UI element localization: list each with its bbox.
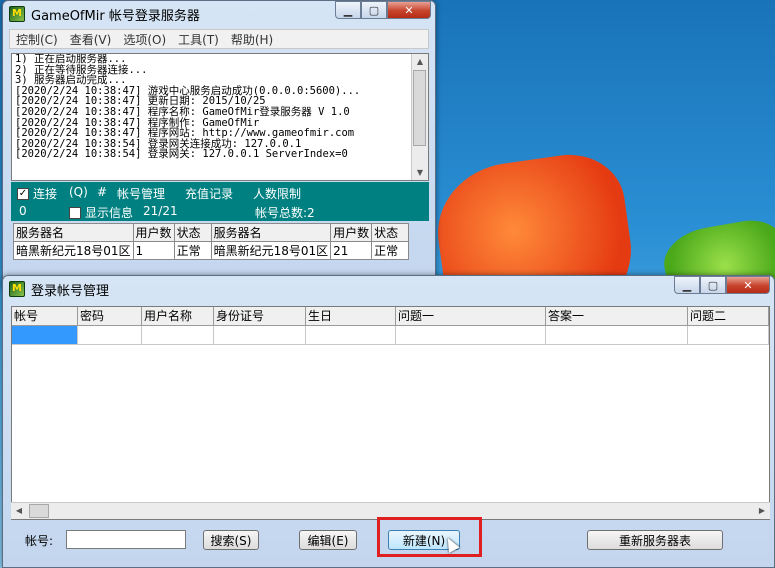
show-info-label: 显示信息 (85, 206, 134, 220)
table-cell[interactable] (78, 326, 142, 344)
table-cell: 暗黑新纪元18号01区 (210, 241, 332, 260)
q-label: (Q) (69, 185, 88, 199)
column-header[interactable]: 用户数 (330, 223, 373, 242)
refresh-server-list-button[interactable]: 重新服务器表 (587, 530, 723, 550)
close-icon[interactable]: ✕ (726, 276, 770, 294)
connect-checkbox[interactable]: ✓ (17, 187, 29, 200)
table-cell: 正常 (173, 241, 212, 260)
column-header[interactable]: 服务器名 (13, 223, 134, 242)
account-input[interactable] (66, 530, 186, 549)
table-row[interactable] (12, 326, 769, 345)
scroll-left-icon[interactable]: ◀ (11, 503, 27, 518)
column-header[interactable]: 状态 (173, 223, 212, 242)
column-header[interactable]: 生日 (306, 307, 396, 325)
log-line: [2020/2/24 10:38:54] 登录网关: 127.0.0.1 Ser… (15, 148, 348, 161)
table-cell[interactable] (214, 326, 306, 344)
window-title: GameOfMir 帐号登录服务器 (31, 8, 200, 24)
column-header[interactable]: 帐号 (12, 307, 78, 325)
maximize-icon[interactable]: ▢ (361, 1, 387, 19)
menu-help[interactable]: 帮助(H) (225, 31, 279, 48)
maximize-icon[interactable]: ▢ (700, 276, 726, 294)
connect-label: 连接 (33, 187, 58, 201)
column-header[interactable]: 用户数 (132, 223, 175, 242)
column-header[interactable]: 问题一 (396, 307, 546, 325)
account-grid[interactable]: 帐号 密码 用户名称 身份证号 生日 问题一 答案一 问题二 (11, 306, 770, 520)
menu-control[interactable]: 控制(C) (10, 31, 64, 48)
account-mgmt-link[interactable]: 帐号管理 (117, 185, 165, 202)
login-server-window: M GameOfMir 帐号登录服务器 ▁ ▢ ✕ 控制(C) 查看(V) 选项… (2, 0, 436, 290)
log-line: [2020/2/24 10:38:47] 程序名称: GameOfMir登录服务… (15, 105, 350, 118)
table-cell[interactable] (306, 326, 396, 344)
close-icon[interactable]: ✕ (387, 1, 431, 19)
limit-link[interactable]: 人数限制 (253, 185, 301, 202)
table-cell: 暗黑新纪元18号01区 (13, 241, 134, 260)
selected-cell[interactable] (12, 326, 78, 344)
table-cell[interactable] (142, 326, 214, 344)
column-header[interactable]: 答案一 (546, 307, 688, 325)
minimize-icon[interactable]: ▁ (335, 1, 361, 19)
zero-value: 0 (19, 204, 27, 218)
scroll-thumb[interactable] (29, 504, 49, 518)
app-icon: M (9, 6, 25, 22)
scroll-thumb[interactable] (413, 70, 426, 146)
column-header[interactable]: 状态 (371, 223, 410, 242)
menubar: 控制(C) 查看(V) 选项(O) 工具(T) 帮助(H) (9, 29, 429, 49)
search-button[interactable]: 搜索(S) (203, 530, 259, 550)
scroll-down-icon[interactable]: ▼ (412, 165, 428, 180)
table-cell: 正常 (371, 241, 410, 260)
log-output[interactable]: 1) 正在启动服务器... 2) 正在等待服务器连接... 3) 服务器启动完成… (11, 53, 429, 181)
menu-options[interactable]: 选项(O) (117, 31, 172, 48)
table-cell[interactable] (396, 326, 546, 344)
scroll-up-icon[interactable]: ▲ (412, 54, 428, 69)
account-label: 帐号: (25, 534, 54, 548)
column-header[interactable]: 用户名称 (142, 307, 214, 325)
app-icon: M (9, 281, 25, 297)
minimize-icon[interactable]: ▁ (674, 276, 700, 294)
column-header[interactable]: 服务器名 (210, 223, 332, 242)
table-row[interactable]: 暗黑新纪元18号01区 1 正常 暗黑新纪元18号01区 21 正常 (13, 241, 410, 260)
hash-label: # (97, 185, 108, 199)
server-table: 服务器名 用户数 状态 服务器名 用户数 状态 暗黑新纪元18号01区 1 正常… (13, 223, 410, 260)
account-total: 帐号总数:2 (255, 206, 315, 220)
column-header[interactable]: 身份证号 (214, 307, 306, 325)
table-cell[interactable] (546, 326, 688, 344)
titlebar[interactable]: M 登录帐号管理 ▁ ▢ ✕ (3, 276, 774, 302)
scroll-right-icon[interactable]: ▶ (754, 503, 770, 518)
highlight-box (377, 517, 482, 557)
table-cell: 1 (132, 241, 175, 260)
menu-view[interactable]: 查看(V) (64, 31, 118, 48)
titlebar[interactable]: M GameOfMir 帐号登录服务器 ▁ ▢ ✕ (3, 1, 435, 27)
status-panel: ✓ 连接 (Q) # 帐号管理 充值记录 人数限制 0 显示信息 21/21 帐… (11, 182, 429, 221)
log-line: 1) 正在启动服务器... (15, 53, 127, 65)
menu-tools[interactable]: 工具(T) (172, 31, 225, 48)
window-title: 登录帐号管理 (31, 283, 110, 299)
column-header[interactable]: 密码 (78, 307, 142, 325)
table-cell: 21 (330, 241, 373, 260)
edit-button[interactable]: 编辑(E) (299, 530, 357, 550)
column-header[interactable]: 问题二 (688, 307, 769, 325)
grid-header: 帐号 密码 用户名称 身份证号 生日 问题一 答案一 问题二 (12, 307, 769, 326)
table-header-row: 服务器名 用户数 状态 服务器名 用户数 状态 (13, 223, 410, 242)
recharge-link[interactable]: 充值记录 (185, 185, 233, 202)
show-info-checkbox[interactable] (69, 206, 81, 219)
ratio-value: 21/21 (143, 204, 178, 218)
table-cell[interactable] (688, 326, 769, 344)
log-scrollbar[interactable]: ▲ ▼ (411, 54, 428, 180)
